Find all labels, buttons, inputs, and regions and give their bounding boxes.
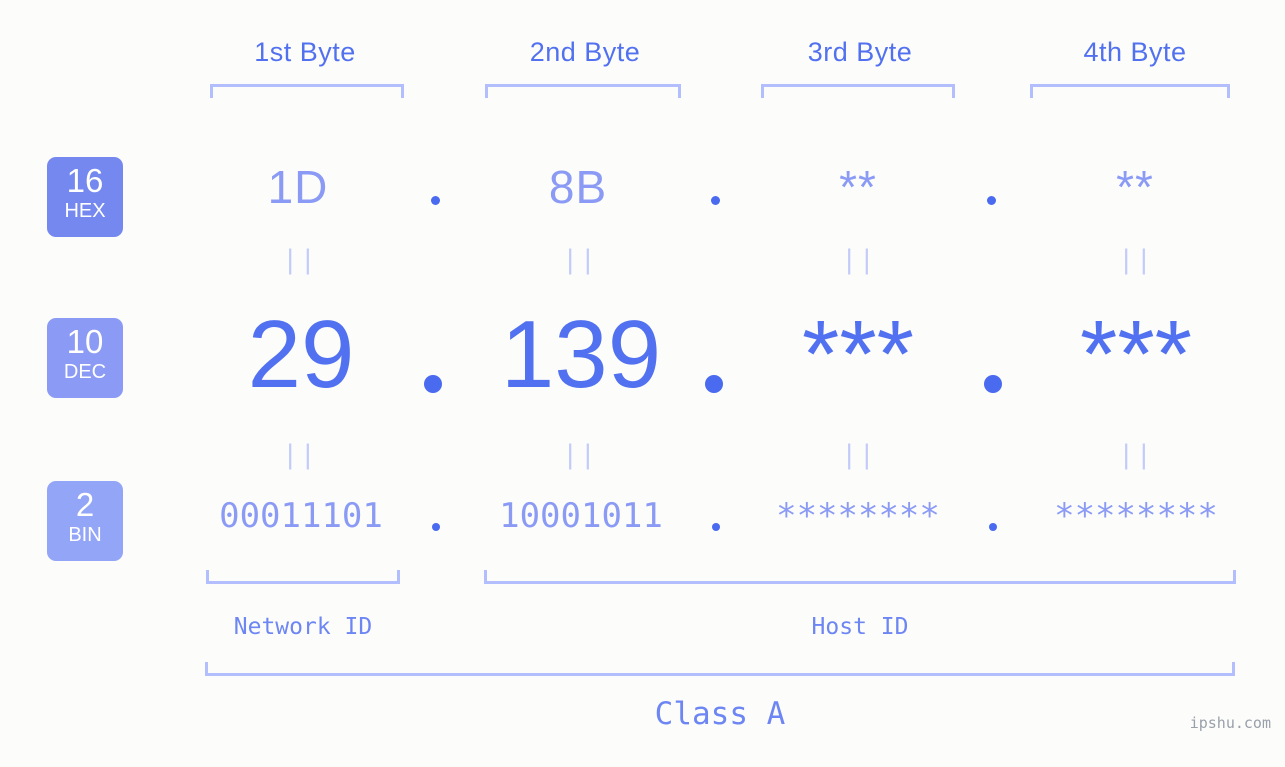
dec-dot-3 [984, 375, 1002, 393]
byte-header-label-2: 2nd Byte [529, 37, 641, 67]
network-id-bracket [206, 570, 400, 584]
base-badge-bin-number: 2 [75, 486, 95, 523]
byte-header-label-4: 4th Byte [1083, 37, 1187, 67]
bin-byte-2: 10001011 [499, 496, 663, 536]
dec-dot-1 [424, 375, 442, 393]
site-watermark: ipshu.com [1189, 714, 1271, 732]
base-badge-hex-number: 16 [66, 162, 104, 199]
hex-byte-2: 8B [548, 161, 608, 213]
base-badge-hex-name: HEX [64, 200, 106, 222]
hex-byte-1: 1D [267, 161, 329, 213]
hex-byte-4: ** [1116, 161, 1154, 213]
base-badge-bin: 2 BIN [47, 481, 123, 561]
base-badge-bin-name: BIN [68, 524, 102, 546]
equals-mark-hex-dec-3: || [841, 245, 877, 275]
byte-header-label-3: 3rd Byte [807, 37, 913, 67]
equals-mark-dec-bin-3: || [841, 440, 877, 470]
equals-mark-hex-dec-2: || [562, 245, 598, 275]
equals-mark-dec-bin-4: || [1118, 440, 1154, 470]
byte-bracket-3 [761, 84, 955, 98]
class-bracket [205, 662, 1235, 676]
dec-byte-2: 139 [500, 301, 662, 408]
byte-bracket-1 [210, 84, 404, 98]
dec-dot-2 [705, 375, 723, 393]
base-badge-dec: 10 DEC [47, 318, 123, 398]
equals-mark-hex-dec-4: || [1118, 245, 1154, 275]
equals-mark-dec-bin-2: || [562, 440, 598, 470]
byte-header-label-1: 1st Byte [254, 37, 356, 67]
byte-bracket-4 [1030, 84, 1230, 98]
network-id-label: Network ID [233, 614, 373, 640]
host-id-label: Host ID [811, 614, 909, 640]
equals-mark-dec-bin-1: || [282, 440, 318, 470]
bin-dot-2 [712, 523, 720, 531]
bin-byte-1: 00011101 [219, 496, 383, 536]
dec-byte-3: *** [801, 301, 915, 408]
base-badge-dec-name: DEC [63, 361, 107, 383]
hex-dot-1 [431, 196, 440, 205]
base-badge-dec-number: 10 [66, 323, 104, 360]
equals-mark-hex-dec-1: || [282, 245, 318, 275]
hex-byte-3: ** [839, 161, 877, 213]
dec-byte-1: 29 [247, 301, 355, 408]
dec-byte-4: *** [1079, 301, 1193, 408]
ip-address-breakdown-diagram: 1st Byte 2nd Byte 3rd Byte 4th Byte 16 H… [0, 0, 1285, 767]
class-label: Class A [654, 696, 786, 732]
bin-dot-1 [432, 523, 440, 531]
hex-dot-2 [711, 196, 720, 205]
bin-byte-4: ******** [1054, 496, 1218, 536]
byte-bracket-2 [485, 84, 681, 98]
host-id-bracket [484, 570, 1236, 584]
hex-dot-3 [987, 196, 996, 205]
base-badge-hex: 16 HEX [47, 157, 123, 237]
bin-byte-3: ******** [776, 496, 940, 536]
bin-dot-3 [989, 523, 997, 531]
